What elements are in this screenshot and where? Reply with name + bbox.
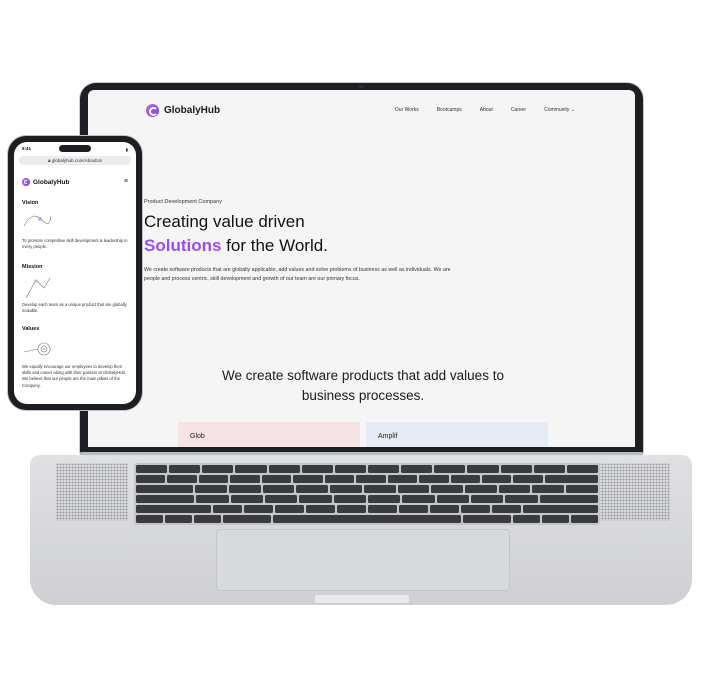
phone-logo-text: GlobalyHub	[33, 178, 70, 186]
phone-status-time: 9:41	[22, 146, 32, 151]
phone-address-bar[interactable]: 🔒︎ globalyhub.com/AboutUs	[19, 156, 131, 165]
nav-community[interactable]: Community ⌄	[544, 107, 575, 113]
section-heading: We create software products that add val…	[222, 368, 504, 403]
vision-title: Vision	[22, 200, 39, 206]
hero-description: We create software products that are glo…	[144, 267, 451, 282]
mission-text: Develop each team as a unique product th…	[22, 302, 127, 314]
hero-headline-line2: Solutions for the World.	[144, 234, 328, 258]
speaker-grille-right	[598, 463, 670, 521]
hero-headline-rest: for the World.	[221, 236, 328, 255]
laptop-camera	[358, 85, 364, 88]
values-title: Values	[22, 326, 40, 332]
vision-illustration	[23, 215, 52, 227]
nav-our-works[interactable]: Our Works	[395, 107, 419, 113]
site-header: GlobalyHub Our Works Bootcamps About Car…	[88, 90, 635, 134]
dynamic-island	[59, 145, 91, 152]
phone-site-logo[interactable]: GlobalyHub	[22, 178, 69, 186]
laptop-base	[30, 455, 692, 605]
nav-community-label: Community	[544, 107, 570, 113]
feature-card-2-title: Amplif	[378, 433, 398, 440]
globalyhub-logo-icon	[146, 104, 159, 117]
lock-icon: 🔒︎	[48, 158, 51, 163]
mission-title: Mission	[22, 264, 43, 270]
nav-about[interactable]: About	[480, 107, 493, 113]
trackpad	[216, 529, 510, 591]
laptop-screen: GlobalyHub Our Works Bootcamps About Car…	[88, 90, 635, 447]
hero-headline: Creating value driven Solutions for the …	[144, 210, 328, 258]
keyboard	[134, 463, 600, 525]
chevron-down-icon: ⌄	[570, 107, 575, 113]
laptop-front-notch	[315, 595, 409, 603]
hamburger-menu-icon[interactable]: ≡	[124, 178, 128, 185]
site-logo[interactable]: GlobalyHub	[146, 104, 220, 117]
feature-card-1[interactable]: Glob	[178, 422, 360, 447]
phone: 9:41 ▮ 🔒︎ globalyhub.com/AboutUs Globaly…	[8, 136, 142, 410]
phone-screen: 9:41 ▮ 🔒︎ globalyhub.com/AboutUs Globaly…	[14, 142, 136, 404]
speaker-grille-left	[56, 463, 128, 521]
vision-text: To promote competitive skill development…	[22, 238, 128, 250]
nav-bootcamps[interactable]: Bootcamps	[437, 107, 462, 113]
values-illustration	[23, 342, 51, 356]
globalyhub-logo-icon	[22, 178, 30, 186]
nav-career[interactable]: Career	[511, 107, 526, 113]
site-nav: Our Works Bootcamps About Career Communi…	[395, 107, 575, 113]
mission-illustration	[25, 277, 51, 299]
laptop-lid: GlobalyHub Our Works Bootcamps About Car…	[80, 83, 643, 455]
feature-card-1-title: Glob	[190, 433, 205, 440]
site-logo-text: GlobalyHub	[164, 105, 221, 116]
feature-card-2[interactable]: Amplif	[366, 422, 548, 447]
hero-kicker: Product Development Company	[144, 199, 222, 205]
battery-icon: ▮	[125, 147, 128, 152]
hero-headline-accent: Solutions	[144, 236, 222, 255]
hero-headline-line1: Creating value driven	[144, 212, 305, 231]
phone-url-text: globalyhub.com/AboutUs	[51, 158, 102, 163]
values-text: We equally encourage our employees to de…	[22, 364, 127, 388]
